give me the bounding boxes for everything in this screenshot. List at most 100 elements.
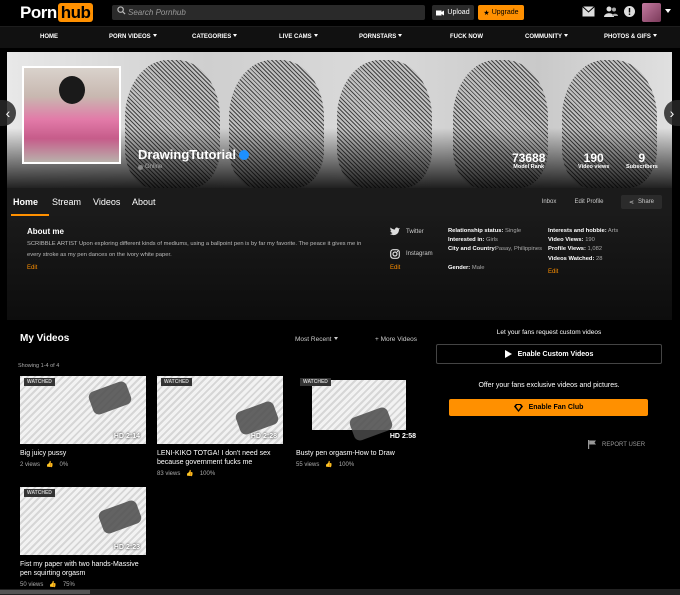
avatar-head [59, 76, 85, 104]
social-twitter[interactable]: Twitter [390, 227, 424, 236]
enable-fan-club-button[interactable]: Enable Fan Club [449, 399, 648, 416]
user-avatar[interactable] [642, 3, 661, 22]
video-card[interactable]: WATCHED HD 2:58 Busty pen orgasm-How to D… [296, 376, 422, 468]
logo-text-hub: hub [57, 3, 94, 22]
video-views: 50 views [20, 581, 44, 588]
main-nav: HOME PORN VIDEOS CATEGORIES LIVE CAMS PO… [0, 26, 680, 48]
tab-about[interactable]: About [132, 197, 156, 207]
online-status: Online [138, 164, 162, 170]
search-input[interactable] [128, 6, 418, 19]
scrollbar-thumb[interactable] [0, 590, 90, 594]
video-rating: 75% [62, 581, 75, 588]
mail-icon[interactable] [582, 6, 595, 17]
tab-videos[interactable]: Videos [93, 197, 120, 207]
info-value: 190 [585, 237, 595, 244]
tab-home[interactable]: Home [13, 197, 38, 207]
more-videos-link[interactable]: + More Videos [375, 336, 417, 343]
alert-icon[interactable] [624, 6, 635, 17]
info-value: 1,082 [587, 246, 603, 253]
thumbs-up-icon: 👍 [325, 462, 333, 468]
hd-badge: HD [113, 544, 124, 551]
site-logo[interactable]: Porn hub [20, 3, 94, 23]
chevron-down-icon [333, 337, 338, 340]
video-thumbnail[interactable]: WATCHED HD 2:23 [20, 487, 146, 555]
chevron-down-icon [564, 34, 568, 37]
watched-badge: WATCHED [300, 378, 331, 386]
about-edit-link[interactable]: Edit [27, 265, 37, 271]
info-row-wrap: Pasay, Philippines [448, 246, 542, 264]
info-value: Male [471, 264, 485, 271]
video-card[interactable]: WATCHED HD 2:28 LENI-KIKO TOTGA! I don't … [157, 376, 283, 477]
upload-button[interactable]: Upload [432, 5, 474, 20]
profile-name: DrawingTutorial [138, 147, 249, 162]
chevron-down-icon [313, 34, 318, 37]
hd-badge: HD [250, 433, 261, 440]
report-user-link[interactable]: REPORT USER [588, 440, 645, 449]
nav-pornstars[interactable]: PORNSTARS [359, 34, 403, 40]
tab-stream[interactable]: Stream [52, 197, 81, 207]
activity-info: Interests and hobbie: Arts Video Views: … [548, 227, 658, 264]
info-value: Pasay, Philippines [495, 246, 542, 253]
nav-label: CATEGORIES [192, 34, 232, 40]
info-value: 28 [596, 255, 603, 262]
video-title[interactable]: LENI-KIKO TOTGA! I don't need sex becaus… [157, 449, 283, 467]
social-instagram[interactable]: Instagram [390, 249, 433, 259]
video-title[interactable]: Fist my paper with two hands-Massive pen… [20, 560, 146, 578]
stat-label: Subscribers [626, 164, 658, 170]
stat-video-views: 190 Video views [578, 151, 609, 170]
social-edit-link[interactable]: Edit [390, 265, 400, 271]
twitter-icon [390, 227, 400, 236]
nav-porn-videos[interactable]: PORN VIDEOS [109, 34, 157, 40]
nav-label: PORNSTARS [359, 34, 397, 40]
video-meta: 83 views 👍 100% [157, 470, 283, 478]
chevron-down-icon[interactable] [665, 9, 671, 13]
info-edit-link[interactable]: Edit [548, 269, 558, 275]
custom-button-label: Enable Custom Videos [517, 350, 594, 358]
upgrade-button[interactable]: ★ Upgrade [478, 5, 524, 20]
info-row: Video Views: 190 [548, 236, 658, 245]
stat-value: 9 [638, 151, 646, 165]
video-thumbnail[interactable]: WATCHED HD 2:14 [20, 376, 146, 444]
profile-avatar[interactable] [22, 66, 121, 164]
inbox-button[interactable]: Inbox [534, 195, 564, 209]
stat-value: 190 [583, 151, 604, 165]
nav-home[interactable]: HOME [40, 34, 58, 40]
edit-profile-button[interactable]: Edit Profile [569, 195, 609, 209]
twitter-label: Twitter [406, 228, 424, 235]
nav-label: FUCK NOW [450, 34, 483, 40]
upload-label: Upload [447, 9, 470, 16]
hd-badge: HD [389, 433, 400, 440]
sort-dropdown[interactable]: Most Recent [295, 336, 338, 343]
users-icon[interactable] [604, 6, 618, 17]
fan-club-prompt: Offer your fans exclusive videos and pic… [478, 382, 620, 389]
info-key: Interests and hobbie: [548, 228, 607, 234]
video-card[interactable]: WATCHED HD 2:23 Fist my paper with two ha… [20, 487, 146, 588]
sort-label: Most Recent [295, 336, 332, 343]
duration-text: 2:28 [262, 433, 277, 440]
nav-live-cams[interactable]: LIVE CAMS [279, 34, 318, 40]
video-views: 2 views [20, 461, 41, 468]
star-icon: ★ [483, 9, 490, 17]
video-thumbnail[interactable]: WATCHED HD 2:58 [296, 376, 422, 444]
search-bar[interactable] [112, 5, 425, 20]
instagram-icon [390, 249, 400, 259]
nav-label: HOME [40, 34, 58, 40]
nav-fuck-now[interactable]: FUCK NOW [450, 34, 483, 40]
profile-tabs: Home Stream Videos About Inbox Edit Prof… [7, 188, 672, 216]
video-card[interactable]: WATCHED HD 2:14 Big juicy pussy 2 views 👍 0… [20, 376, 146, 468]
flag-icon [588, 440, 596, 449]
nav-photos-gifs[interactable]: PHOTOS & GIFS [604, 34, 657, 40]
stat-subscribers: 9 Subscribers [626, 151, 658, 170]
video-title[interactable]: Big juicy pussy [20, 449, 146, 458]
video-meta: 55 views 👍 100% [296, 461, 422, 469]
diamond-icon [513, 403, 523, 412]
video-thumbnail[interactable]: WATCHED HD 2:28 [157, 376, 283, 444]
nav-community[interactable]: COMMUNITY [525, 34, 568, 40]
report-label: REPORT USER [602, 441, 646, 448]
horizontal-scrollbar[interactable] [0, 589, 680, 595]
video-title[interactable]: Busty pen orgasm-How to Draw [296, 449, 422, 458]
enable-custom-videos-button[interactable]: Enable Custom Videos [436, 344, 662, 364]
share-button[interactable]: ⋖ Share [621, 195, 662, 209]
about-panel: About me SCRIBBLE ARTIST Upon exploring … [7, 216, 672, 320]
nav-categories[interactable]: CATEGORIES [192, 34, 238, 40]
